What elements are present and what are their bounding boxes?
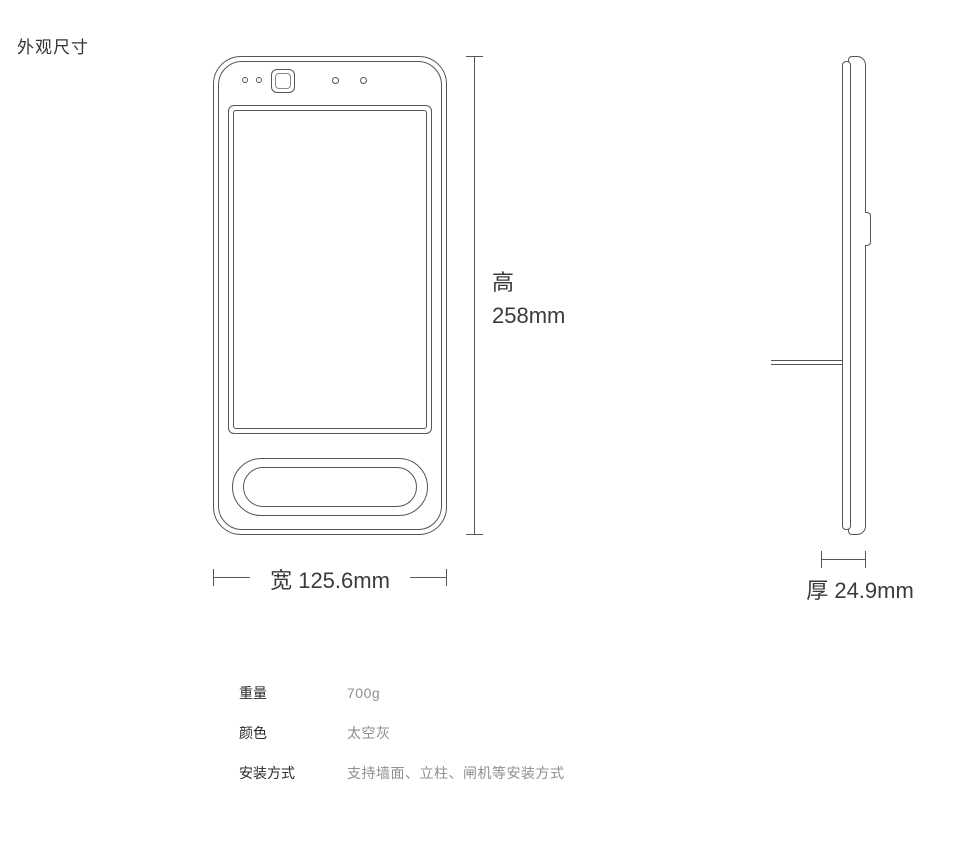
dimension-depth-label: 厚 24.9mm <box>780 573 940 605</box>
sensor-dot-icon <box>332 77 339 84</box>
device-side-button-icon <box>865 212 871 246</box>
device-cable-icon <box>771 360 849 365</box>
dimension-line-vertical <box>474 56 475 535</box>
dimension-width: 宽 125.6mm <box>213 559 447 599</box>
dimension-height: 高 258mm <box>474 56 594 535</box>
spec-label-weight: 重量 <box>239 683 347 703</box>
device-front-outline <box>213 56 447 535</box>
spec-value-weight: 700g <box>347 685 380 701</box>
device-speaker-pill <box>232 458 428 516</box>
spec-row: 颜色 太空灰 <box>239 723 565 743</box>
spec-list: 重量 700g 颜色 太空灰 安装方式 支持墙面、立柱、闸机等安装方式 <box>239 683 565 803</box>
device-front-view <box>213 56 447 535</box>
sensor-dot-icon <box>242 77 248 83</box>
section-title: 外观尺寸 <box>17 33 89 58</box>
spec-row: 重量 700g <box>239 683 565 703</box>
dimension-depth: 厚 24.9mm <box>800 559 940 599</box>
dimension-height-value: 258mm <box>492 303 565 328</box>
dimension-width-value: 125.6mm <box>298 568 390 593</box>
device-side-view <box>820 56 866 535</box>
spec-value-color: 太空灰 <box>347 723 391 743</box>
spec-row: 安装方式 支持墙面、立柱、闸机等安装方式 <box>239 763 565 783</box>
sensor-dot-icon <box>360 77 367 84</box>
sensor-dot-icon <box>256 77 262 83</box>
dimension-height-label: 高 258mm <box>492 266 565 332</box>
spec-label-color: 颜色 <box>239 723 347 743</box>
dimension-depth-value: 24.9mm <box>834 578 913 603</box>
dimension-width-name: 宽 <box>270 568 292 593</box>
device-side-front-plate <box>842 61 851 530</box>
dimension-height-name: 高 <box>492 270 514 295</box>
dimension-width-label: 宽 125.6mm <box>250 563 410 595</box>
sensor-bar <box>214 68 446 98</box>
device-screen <box>228 105 432 434</box>
dimension-depth-name: 厚 <box>806 578 828 603</box>
dimension-line-horizontal <box>821 559 866 560</box>
spec-label-mount: 安装方式 <box>239 763 347 783</box>
camera-icon <box>271 69 295 93</box>
spec-value-mount: 支持墙面、立柱、闸机等安装方式 <box>347 763 565 783</box>
